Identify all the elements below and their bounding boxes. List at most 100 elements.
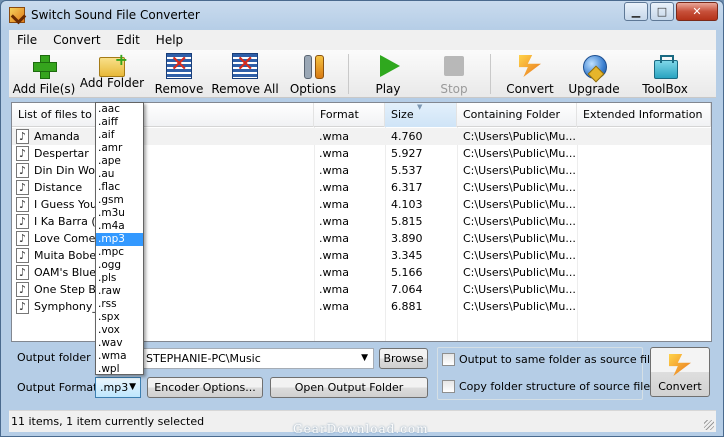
format-option[interactable]: .mpc — [96, 246, 143, 259]
toolbox-icon — [652, 53, 678, 79]
size-cell: 5.537 — [391, 164, 423, 177]
play-button[interactable]: Play — [364, 52, 412, 96]
format-cell: .wma — [319, 198, 349, 211]
format-option[interactable]: .au — [96, 168, 143, 181]
menu-bar: File Convert Edit Help — [9, 30, 716, 50]
column-header-format[interactable]: Format — [314, 103, 385, 127]
convert-label: Convert — [506, 82, 554, 96]
remove-label: Remove — [154, 82, 204, 96]
toolbox-label: ToolBox — [642, 82, 688, 96]
play-label: Play — [375, 82, 401, 96]
format-option[interactable]: .aiff — [96, 116, 143, 129]
upgrade-button[interactable]: Upgrade — [566, 52, 622, 96]
format-cell: .wma — [319, 164, 349, 177]
add-folder-label: Add Folder — [79, 76, 145, 90]
column-header-extended[interactable]: Extended Information — [577, 103, 711, 127]
output-format-combo[interactable]: .mp3 ▼ — [95, 377, 141, 398]
format-option[interactable]: .pls — [96, 272, 143, 285]
folder-cell: C:\Users\Public\Mu... — [463, 130, 575, 143]
convert-toolbar-button[interactable]: Convert — [502, 52, 558, 96]
chevron-down-icon: ▼ — [129, 382, 136, 392]
toolbar-separator — [348, 54, 349, 94]
output-folder-combo[interactable]: STEPHANIE-PC\Music ▼ — [142, 348, 374, 369]
open-output-folder-button[interactable]: Open Output Folder — [270, 377, 428, 398]
status-text: 11 items, 1 item currently selected — [11, 415, 205, 428]
stop-button[interactable]: Stop — [430, 52, 478, 96]
stop-label: Stop — [440, 82, 468, 96]
window-title: Switch Sound File Converter — [31, 8, 200, 22]
format-option[interactable]: .aac — [96, 103, 143, 116]
format-option[interactable]: .wpl — [96, 363, 143, 376]
size-cell: 3.345 — [391, 249, 423, 262]
music-note-icon: ♪ — [16, 197, 29, 212]
size-cell: 7.064 — [391, 283, 423, 296]
format-cell: .wma — [319, 283, 349, 296]
menu-file[interactable]: File — [9, 30, 45, 50]
toolbar-separator — [490, 54, 491, 94]
chevron-down-icon: ▼ — [361, 353, 368, 363]
copy-structure-checkbox[interactable] — [442, 380, 455, 393]
remove-all-label: Remove All — [211, 82, 279, 96]
sort-descending-icon: ▼ — [417, 103, 423, 111]
music-note-icon: ♪ — [16, 282, 29, 297]
format-option[interactable]: .ape — [96, 155, 143, 168]
options-label: Options — [289, 82, 337, 96]
encoder-options-button[interactable]: Encoder Options... — [147, 377, 263, 398]
format-option[interactable]: .rss — [96, 298, 143, 311]
format-option[interactable]: .flac — [96, 181, 143, 194]
add-folder-button[interactable]: Add Folder — [79, 50, 145, 96]
music-note-icon: ♪ — [16, 129, 29, 144]
music-note-icon: ♪ — [16, 163, 29, 178]
folder-cell: C:\Users\Public\Mu... — [463, 147, 575, 160]
folder-cell: C:\Users\Public\Mu... — [463, 232, 575, 245]
folder-cell: C:\Users\Public\Mu... — [463, 215, 575, 228]
format-cell: .wma — [319, 249, 349, 262]
format-dropdown-list[interactable]: .aac .aiff .aif .amr .ape .au .flac .gsm .m3u .m4… — [95, 102, 144, 375]
stop-icon — [441, 53, 467, 79]
watermark: GearDownload.com — [293, 422, 429, 436]
convert-button[interactable]: Convert — [650, 347, 710, 397]
toolbar: Add File(s) Add Folder Remove Remove All… — [9, 50, 716, 98]
options-button[interactable]: Options — [285, 52, 341, 96]
format-option[interactable]: .aif — [96, 129, 143, 142]
format-cell: .wma — [319, 130, 349, 143]
menu-edit[interactable]: Edit — [109, 30, 148, 50]
title-bar[interactable]: Switch Sound File Converter ▁ □ ✕ — [1, 1, 723, 30]
menu-convert[interactable]: Convert — [45, 30, 108, 50]
format-option[interactable]: .m4a — [96, 220, 143, 233]
column-header-name[interactable]: List of files to co — [12, 103, 314, 127]
convert-icon — [667, 352, 693, 378]
remove-all-button[interactable]: Remove All — [211, 52, 279, 96]
same-folder-checkbox[interactable] — [442, 353, 455, 366]
music-note-icon: ♪ — [16, 265, 29, 280]
format-option[interactable]: .gsm — [96, 194, 143, 207]
format-option[interactable]: .ogg — [96, 259, 143, 272]
column-header-folder[interactable]: Containing Folder — [457, 103, 577, 127]
column-header-size[interactable]: ▼ Size — [385, 103, 457, 127]
format-option[interactable]: .amr — [96, 142, 143, 155]
browse-button[interactable]: Browse — [379, 348, 428, 369]
format-option[interactable]: .mp3 — [96, 233, 143, 246]
size-cell: 4.760 — [391, 130, 423, 143]
maximize-button[interactable]: □ — [650, 2, 674, 21]
format-option[interactable]: .m3u — [96, 207, 143, 220]
add-files-button[interactable]: Add File(s) — [13, 52, 75, 96]
folder-cell: C:\Users\Public\Mu... — [463, 266, 575, 279]
format-option[interactable]: .vox — [96, 324, 143, 337]
convert-icon — [517, 53, 543, 79]
close-button[interactable]: ✕ — [676, 2, 718, 21]
toolbox-button[interactable]: ToolBox — [635, 52, 695, 96]
format-option[interactable]: .spx — [96, 311, 143, 324]
music-note-icon: ♪ — [16, 214, 29, 229]
format-option[interactable]: .wma — [96, 350, 143, 363]
format-option[interactable]: .wav — [96, 337, 143, 350]
menu-help[interactable]: Help — [148, 30, 191, 50]
remove-button[interactable]: Remove — [152, 52, 206, 96]
format-option[interactable]: .raw — [96, 285, 143, 298]
minimize-button[interactable]: ▁ — [624, 2, 648, 21]
folder-cell: C:\Users\Public\Mu... — [463, 181, 575, 194]
size-cell: 4.103 — [391, 198, 423, 211]
format-cell: .wma — [319, 300, 349, 313]
resize-grip-icon[interactable] — [704, 420, 714, 430]
output-folder-value: STEPHANIE-PC\Music — [146, 352, 261, 365]
